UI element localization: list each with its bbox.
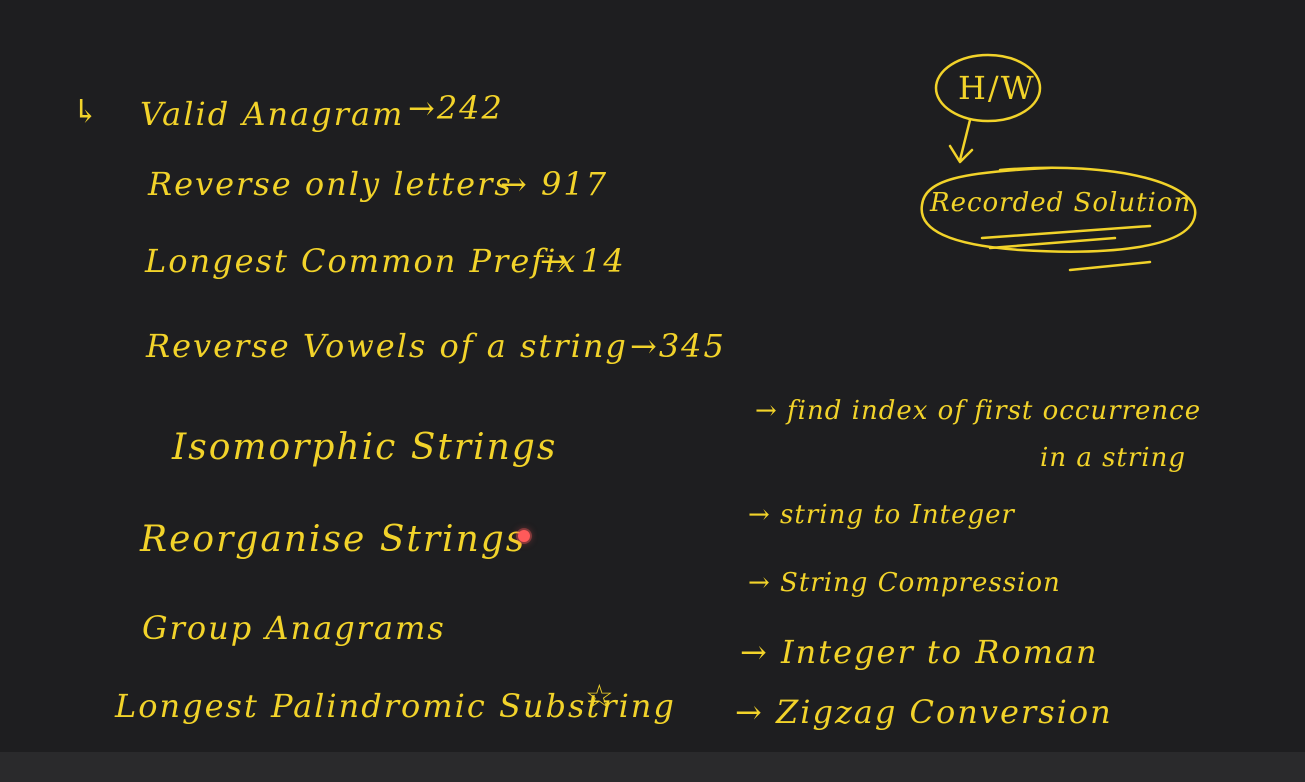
ink-strokes	[920, 53, 1197, 272]
bottom-bar	[0, 752, 1305, 782]
laser-pointer	[518, 530, 530, 542]
homework-circle	[934, 53, 1042, 123]
whiteboard-canvas[interactable]: ↳ Valid Anagram →242 Reverse only letter…	[0, 0, 1305, 752]
homework-arrow	[948, 118, 974, 164]
recorded-solution-ellipse	[920, 166, 1197, 253]
